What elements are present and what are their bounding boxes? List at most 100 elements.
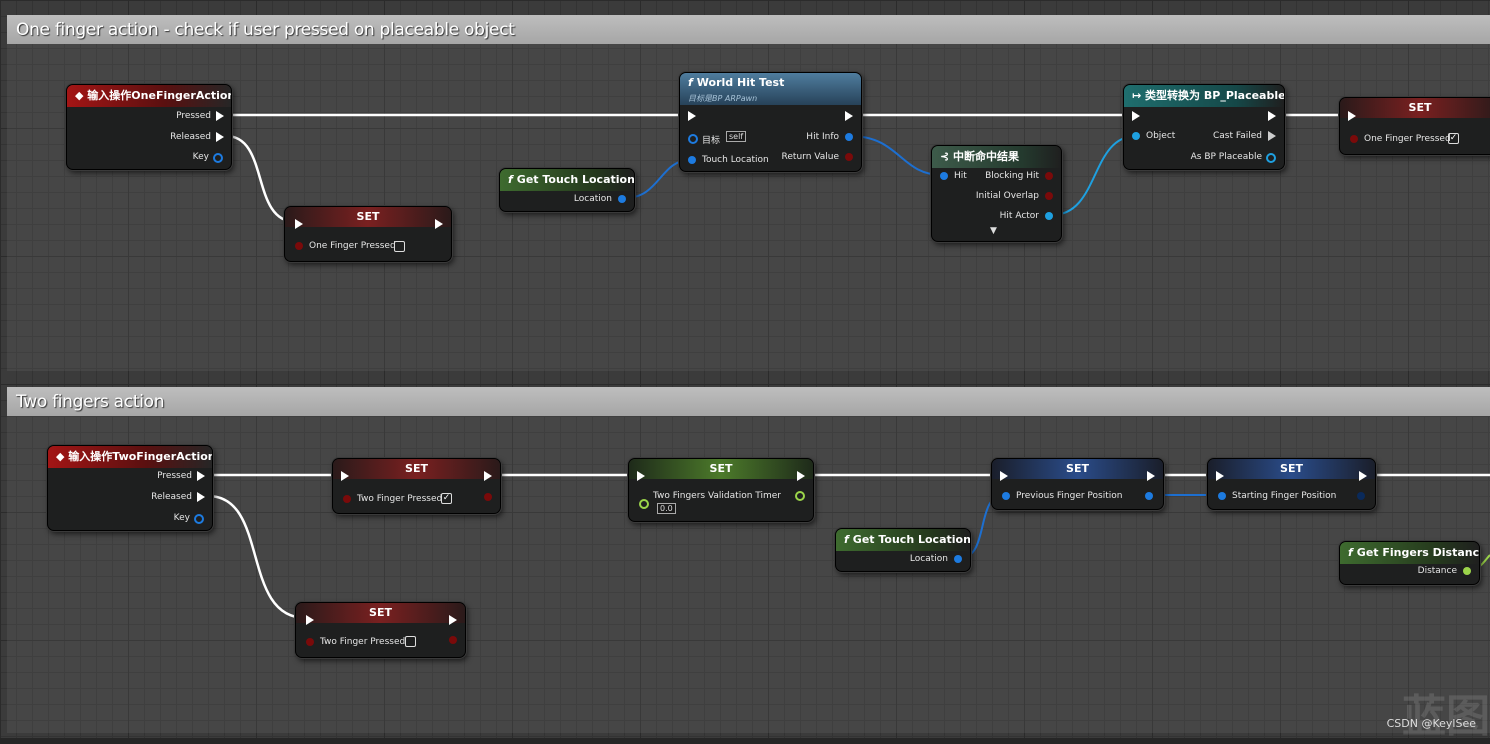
pin-label-pressed: Pressed xyxy=(176,111,211,121)
node-title: SET xyxy=(629,459,813,479)
pin-label-location: Location xyxy=(573,194,612,204)
get-touch-location-node[interactable]: f Get Touch Location Location xyxy=(499,168,635,212)
released-exec-pin[interactable] xyxy=(216,132,224,142)
pin-label-overlap: Initial Overlap xyxy=(975,191,1039,201)
exec-in-pin[interactable] xyxy=(637,471,645,481)
break-hit-result-node[interactable]: ⊰ 中断命中结果 Hit Blocking Hit Initial Overla… xyxy=(931,145,1062,242)
float-out-pin[interactable] xyxy=(795,491,805,501)
function-icon: f xyxy=(508,173,513,186)
cast-failed-exec-pin[interactable] xyxy=(1268,131,1276,141)
bool-checkbox-checked[interactable]: ✓ xyxy=(441,493,452,504)
expand-chevron-icon[interactable]: ▼ xyxy=(990,226,997,236)
exec-out-pin[interactable] xyxy=(797,471,805,481)
vector-in-pin[interactable] xyxy=(1002,492,1010,500)
bool-in-pin[interactable] xyxy=(1350,135,1358,143)
vector-out-pin[interactable] xyxy=(1145,492,1153,500)
exec-in-pin[interactable] xyxy=(688,111,696,121)
pin-label-return: Return Value xyxy=(781,152,839,162)
exec-in-pin[interactable] xyxy=(295,219,303,229)
touch-location-pin[interactable] xyxy=(688,156,696,164)
bool-in-pin[interactable] xyxy=(295,242,303,250)
released-exec-pin[interactable] xyxy=(197,492,205,502)
var-label: Two Finger Pressed xyxy=(320,637,406,647)
pin-label-pressed: Pressed xyxy=(157,471,192,481)
initial-overlap-pin[interactable] xyxy=(1045,192,1053,200)
exec-out-pin[interactable] xyxy=(1268,111,1276,121)
exec-out-pin[interactable] xyxy=(845,111,853,121)
distance-out-pin[interactable] xyxy=(1463,567,1471,575)
return-value-pin[interactable] xyxy=(845,153,853,161)
cast-to-bp-placeable-node[interactable]: ↦ 类型转换为 BP_Placeable Object Cast Failed … xyxy=(1123,84,1285,170)
set-starting-finger-position-node[interactable]: SET Starting Finger Position xyxy=(1207,458,1376,510)
exec-out-pin[interactable] xyxy=(435,219,443,229)
hit-actor-pin[interactable] xyxy=(1045,212,1053,220)
exec-out-pin[interactable] xyxy=(449,615,457,625)
hit-in-pin[interactable] xyxy=(940,172,948,180)
get-fingers-distance-node[interactable]: f Get Fingers Distance Distance xyxy=(1339,541,1480,585)
hit-info-pin[interactable] xyxy=(845,133,853,141)
exec-out-pin[interactable] xyxy=(1359,471,1367,481)
node-title: 类型转换为 BP_Placeable xyxy=(1145,89,1284,102)
exec-in-pin[interactable] xyxy=(1216,471,1224,481)
pin-label-object: Object xyxy=(1146,131,1176,141)
bool-out-pin[interactable] xyxy=(449,636,457,644)
bool-checkbox[interactable] xyxy=(394,241,405,252)
bool-in-pin[interactable] xyxy=(343,495,351,503)
node-subtitle: 目标是BP ARPawn xyxy=(688,94,758,103)
blocking-hit-pin[interactable] xyxy=(1045,172,1053,180)
set-validation-timer-node[interactable]: SET Two Fingers Validation Timer 0.0 xyxy=(628,458,814,522)
function-icon: f xyxy=(688,76,693,89)
vector-out-pin[interactable] xyxy=(1357,492,1365,500)
pin-label-blocking: Blocking Hit xyxy=(985,171,1039,181)
input-action-two-finger-node[interactable]: ◆ 输入操作TwoFingerAction Pressed Released K… xyxy=(47,445,213,531)
location-out-pin[interactable] xyxy=(618,195,626,203)
bool-checkbox[interactable] xyxy=(405,636,416,647)
world-hit-test-node[interactable]: f World Hit Test 目标是BP ARPawn 目标 self Touc… xyxy=(679,72,862,172)
node-title: Get Touch Location xyxy=(516,173,634,186)
event-icon: ◆ xyxy=(56,450,69,463)
set-previous-finger-position-node[interactable]: SET Previous Finger Position xyxy=(991,458,1164,510)
input-action-one-finger-node[interactable]: ◆ 输入操作OneFingerAction Pressed Released K… xyxy=(66,84,232,170)
set-two-finger-true-node[interactable]: SET Two Finger Pressed ✓ xyxy=(332,458,501,514)
bool-in-pin[interactable] xyxy=(306,638,314,646)
bool-checkbox-checked[interactable]: ✓ xyxy=(1448,133,1459,144)
self-value: self xyxy=(726,131,747,142)
key-pin[interactable] xyxy=(194,514,204,524)
exec-in-pin[interactable] xyxy=(341,471,349,481)
as-placeable-pin[interactable] xyxy=(1266,153,1276,163)
set-two-finger-false-node[interactable]: SET Two Finger Pressed xyxy=(295,602,466,658)
set-one-finger-false-node[interactable]: SET One Finger Pressed xyxy=(284,206,452,262)
function-icon: f xyxy=(1348,546,1353,559)
pin-label-hit-info: Hit Info xyxy=(806,132,839,142)
break-icon: ⊰ xyxy=(940,150,954,163)
bool-out-pin[interactable] xyxy=(484,493,492,501)
node-title: SET xyxy=(992,459,1163,479)
exec-out-pin[interactable] xyxy=(1147,471,1155,481)
cast-icon: ↦ xyxy=(1132,89,1146,102)
timer-value-input[interactable]: 0.0 xyxy=(657,503,676,514)
key-pin[interactable] xyxy=(213,153,223,163)
pin-label-cast-failed: Cast Failed xyxy=(1213,131,1262,141)
event-icon: ◆ xyxy=(75,89,88,102)
get-touch-location-node-2[interactable]: f Get Touch Location Location xyxy=(835,528,971,572)
set-one-finger-true-node[interactable]: SET One Finger Pressed ✓ xyxy=(1339,97,1490,155)
pressed-exec-pin[interactable] xyxy=(197,471,205,481)
exec-in-pin[interactable] xyxy=(306,615,314,625)
var-label: Starting Finger Position xyxy=(1232,491,1337,501)
float-in-pin[interactable] xyxy=(639,499,649,509)
location-out-pin[interactable] xyxy=(954,555,962,563)
node-title: World Hit Test xyxy=(696,76,785,89)
node-title: SET xyxy=(296,603,465,623)
exec-in-pin[interactable] xyxy=(1132,111,1140,121)
exec-in-pin[interactable] xyxy=(1000,471,1008,481)
target-pin[interactable] xyxy=(688,134,698,144)
vector-in-pin[interactable] xyxy=(1218,492,1226,500)
exec-out-pin[interactable] xyxy=(484,471,492,481)
pressed-exec-pin[interactable] xyxy=(216,111,224,121)
exec-in-pin[interactable] xyxy=(1348,111,1356,121)
node-title: 中断命中结果 xyxy=(953,150,1020,163)
object-in-pin[interactable] xyxy=(1132,132,1140,140)
var-label: Previous Finger Position xyxy=(1016,491,1123,501)
pin-label-released: Released xyxy=(170,132,211,142)
pin-label-released: Released xyxy=(151,492,192,502)
